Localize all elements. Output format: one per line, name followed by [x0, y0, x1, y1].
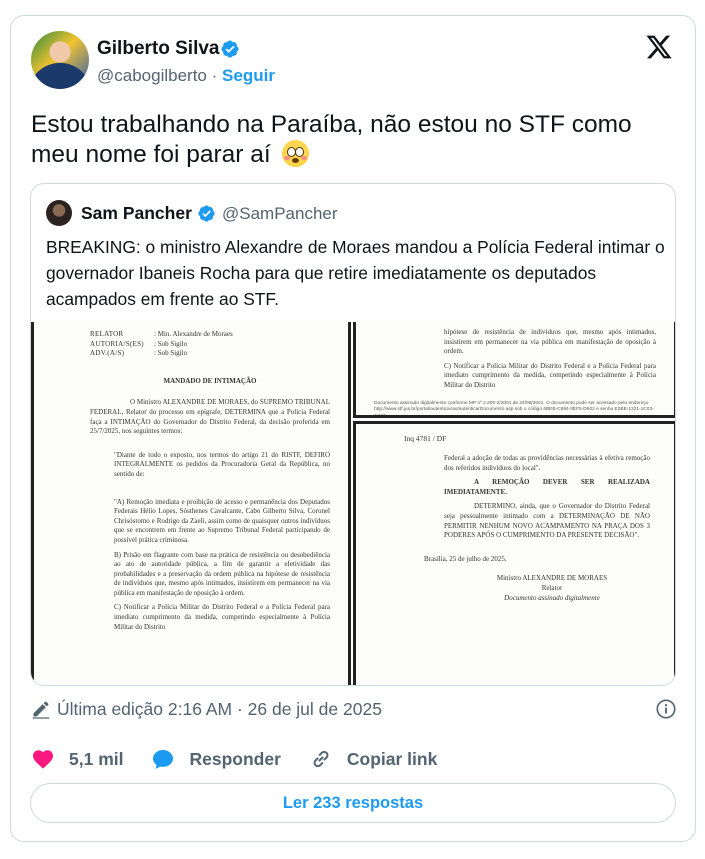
- edited-info-row: Última edição 2:16 AM · 26 de jul de 202…: [31, 697, 677, 721]
- doc-paragraph: "Diante de todo o exposto, nos termos do…: [114, 450, 330, 478]
- doc-signed: Documento assinado digitalmente: [504, 593, 600, 602]
- author-avatar[interactable]: [31, 31, 89, 89]
- doc-meta-adv: Adv.(a/s) : Sob Sigilo: [90, 349, 188, 358]
- doc-footer: Documento assinado digitalmente conforme…: [374, 400, 654, 418]
- doc-paragraph: "A) Remoção imediata e proibição de aces…: [114, 497, 330, 544]
- edited-timestamp[interactable]: Última edição 2:16 AM · 26 de jul de 202…: [57, 699, 382, 720]
- doc-paragraph: C) Notificar a Polícia Militar do Distri…: [444, 361, 656, 389]
- tweet-card: Gilberto Silva @cabogilberto · Seguir Es…: [10, 15, 696, 842]
- author-handle[interactable]: @cabogilberto: [97, 66, 207, 85]
- quoted-author-name: Sam Pancher: [81, 203, 192, 223]
- quoted-tweet[interactable]: Sam Pancher @SamPancher BREAKING: o mini…: [30, 183, 676, 686]
- doc-date: Brasília, 25 de julho de 2025.: [424, 554, 507, 563]
- verified-badge-icon: [221, 40, 239, 58]
- copy-link-label: Copiar link: [346, 748, 438, 769]
- reply-button[interactable]: Responder: [151, 747, 281, 771]
- document-page-bottom-right: Inq 4781 / DF Federal a adoção de todas …: [353, 421, 675, 685]
- info-icon[interactable]: [655, 698, 677, 720]
- doc-reference: Inq 4781 / DF: [404, 434, 447, 443]
- tweet-text: Estou trabalhando na Paraíba, não estou …: [31, 110, 671, 170]
- doc-meta-autoria: Autoria/s(es) : Sob Sigilo: [90, 339, 188, 348]
- x-logo-icon[interactable]: [645, 33, 673, 61]
- doc-paragraph: DETERMINO, ainda, que o Governador do Di…: [444, 502, 650, 540]
- doc-paragraph: O Ministro ALEXANDRE DE MORAES, do SUPRE…: [90, 398, 330, 436]
- document-page-top-right: hipótese de resistência de indivíduos qu…: [353, 322, 675, 418]
- heart-icon: [33, 750, 53, 769]
- link-icon: [313, 750, 329, 768]
- copy-link-button[interactable]: Copiar link: [309, 747, 437, 771]
- read-replies-button[interactable]: Ler 233 respostas: [30, 783, 676, 823]
- follow-link[interactable]: Seguir: [222, 66, 275, 85]
- quoted-verified-badge-icon: [198, 205, 215, 222]
- speech-bubble-icon: [153, 750, 174, 769]
- doc-signer: Ministro ALEXANDRE DE MORAES: [496, 574, 608, 583]
- likes-count: 5,1 mil: [69, 748, 124, 769]
- handle-separator: ·: [211, 66, 218, 85]
- doc-meta-relator: Relator : Min. Alexandre de Moraes: [90, 330, 233, 338]
- action-row: 5,1 mil Responder Copiar link: [31, 746, 465, 772]
- reply-label: Responder: [189, 748, 281, 769]
- tweet-text-content: Estou trabalhando na Paraíba, não estou …: [31, 111, 632, 168]
- document-image[interactable]: Relator : Min. Alexandre de Moraes Autor…: [31, 322, 675, 685]
- doc-heading: MANDADO DE INTIMAÇÃO: [163, 376, 257, 385]
- doc-paragraph: Federal a adoção de todas as providência…: [444, 454, 650, 472]
- doc-paragraph: A REMOÇÃO DEVER SER REALIZADA IMEDIATAME…: [444, 478, 650, 496]
- doc-paragraph: hipótese de resistência de indivíduos qu…: [444, 328, 656, 356]
- handle-row: @cabogilberto · Seguir: [97, 66, 275, 86]
- doc-paragraph: C) Notificar a Polícia Militar do Distri…: [114, 603, 330, 631]
- doc-role: Relator: [541, 583, 563, 592]
- pencil-icon: [32, 701, 50, 719]
- quoted-author-handle: @SamPancher: [222, 204, 338, 223]
- doc-paragraph: B) Prisão em flagrante com base na práti…: [114, 550, 330, 597]
- quoted-author-avatar: [46, 200, 72, 226]
- document-page-left: Relator : Min. Alexandre de Moraes Autor…: [31, 322, 351, 685]
- quoted-tweet-text: BREAKING: o ministro Alexandre de Moraes…: [46, 237, 665, 309]
- author-name[interactable]: Gilberto Silva: [97, 38, 219, 60]
- like-button[interactable]: 5,1 mil: [31, 747, 123, 771]
- flushed-face-emoji-icon: [281, 140, 309, 167]
